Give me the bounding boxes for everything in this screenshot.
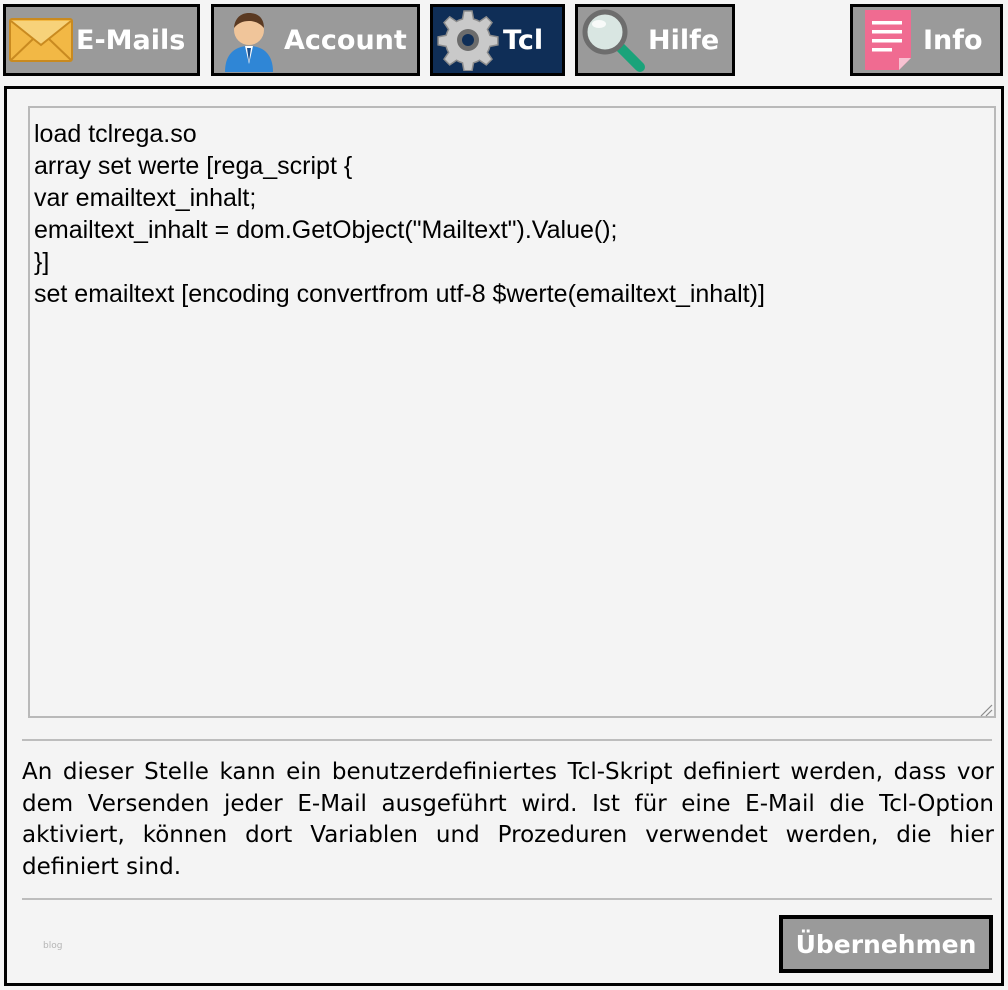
divider (22, 898, 992, 900)
gear-icon (433, 7, 503, 73)
divider (22, 739, 992, 741)
footer-note: blog (43, 941, 63, 951)
envelope-icon (6, 7, 76, 73)
tab-hilfe[interactable]: Hilfe (575, 4, 735, 76)
note-icon (853, 7, 923, 73)
user-icon (214, 7, 284, 73)
tab-emails[interactable]: E-Mails (3, 4, 200, 76)
magnifier-icon (578, 7, 648, 73)
tab-bar: E-Mails Account Tcl Hilfe Info (0, 0, 1008, 80)
apply-button[interactable]: Übernehmen (779, 915, 993, 973)
tab-label: Tcl (503, 24, 544, 56)
tcl-description: An dieser Stelle kann ein benutzerdefini… (22, 759, 994, 880)
resize-grip-icon[interactable] (979, 702, 993, 717)
tab-label: Account (284, 24, 407, 56)
tab-account[interactable]: Account (211, 4, 420, 76)
tab-label: Hilfe (648, 24, 720, 56)
tab-tcl[interactable]: Tcl (430, 4, 565, 76)
tcl-settings-panel: load tclrega.so array set werte [rega_sc… (4, 86, 1004, 986)
tab-label: Info (923, 24, 983, 56)
tcl-script-editor[interactable]: load tclrega.so array set werte [rega_sc… (28, 106, 996, 718)
tab-info[interactable]: Info (850, 4, 1003, 76)
tab-label: E-Mails (76, 24, 186, 56)
